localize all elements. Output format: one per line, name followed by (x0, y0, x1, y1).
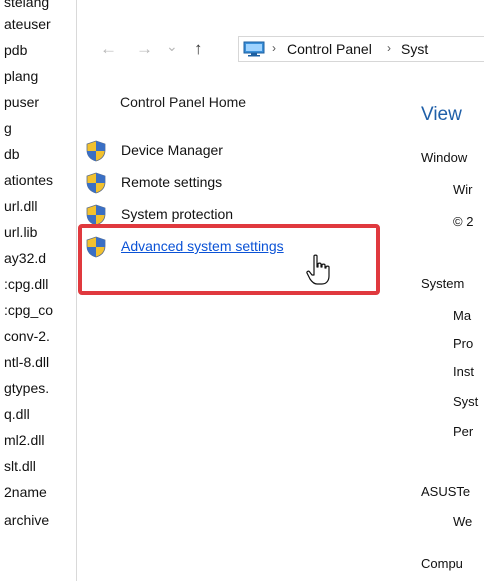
file-item[interactable]: archive (4, 512, 49, 528)
task-label: System protection (121, 206, 234, 222)
file-item[interactable]: db (4, 146, 20, 162)
file-item[interactable]: ml2.dll (4, 432, 44, 448)
shield-icon (86, 140, 106, 162)
info-text: © 2 (453, 214, 474, 229)
info-text: Wir (453, 182, 473, 197)
file-item[interactable]: gtypes. (4, 380, 49, 396)
info-text: Ma (453, 308, 472, 323)
file-item[interactable]: ntl-8.dll (4, 354, 49, 370)
section-heading: ASUSTe (421, 484, 471, 499)
back-button[interactable]: ← (100, 38, 117, 60)
file-item[interactable]: plang (4, 68, 38, 84)
breadcrumb-system[interactable]: Syst (401, 41, 428, 57)
file-item[interactable]: stelang (4, 0, 49, 10)
breadcrumb-separator: › (272, 41, 276, 55)
view-title: View (421, 104, 462, 125)
file-item[interactable]: ay32.d (4, 250, 46, 266)
forward-button[interactable]: → (136, 38, 153, 60)
control-panel-home-link[interactable]: Control Panel Home (120, 94, 246, 110)
file-item[interactable]: ateuser (4, 16, 51, 32)
file-list-strip: stelang ateuser pdb plang puser g db ati… (0, 0, 77, 581)
task-label: Device Manager (121, 142, 223, 158)
up-button[interactable]: ↑ (194, 38, 203, 60)
info-text: Inst (453, 364, 474, 379)
recent-locations-dropdown[interactable]: ⌄ (166, 35, 178, 57)
info-text: Per (453, 424, 474, 439)
file-item[interactable]: conv-2. (4, 328, 50, 344)
file-item[interactable]: g (4, 120, 12, 136)
file-item[interactable]: 2name (4, 484, 47, 500)
file-item[interactable]: slt.dll (4, 458, 36, 474)
section-heading: System (421, 276, 465, 291)
file-item[interactable]: url.dll (4, 198, 37, 214)
info-text: We (453, 514, 473, 529)
shield-icon (86, 172, 106, 194)
section-heading: Window (421, 150, 468, 165)
file-item[interactable]: puser (4, 94, 39, 110)
info-text: Pro (453, 336, 474, 351)
file-item[interactable]: q.dll (4, 406, 30, 422)
breadcrumb-separator: › (387, 41, 391, 55)
file-item[interactable]: :cpg_co (4, 302, 53, 318)
section-heading: Compu (421, 556, 463, 571)
address-box[interactable]: › Control Panel › Syst (238, 36, 484, 62)
computer-icon (243, 41, 265, 57)
file-item[interactable]: ationtes (4, 172, 53, 188)
info-text: Syst (453, 394, 479, 409)
hand-cursor-icon (306, 254, 330, 285)
shield-icon (86, 204, 106, 226)
file-item[interactable]: url.lib (4, 224, 37, 240)
file-item[interactable]: pdb (4, 42, 27, 58)
highlight-box (78, 224, 380, 295)
breadcrumb-control-panel[interactable]: Control Panel (287, 41, 372, 57)
file-item[interactable]: :cpg.dll (4, 276, 48, 292)
task-label: Remote settings (121, 174, 223, 190)
address-bar-row: ← → ⌄ ↑ › Control Panel › Syst (86, 36, 484, 64)
